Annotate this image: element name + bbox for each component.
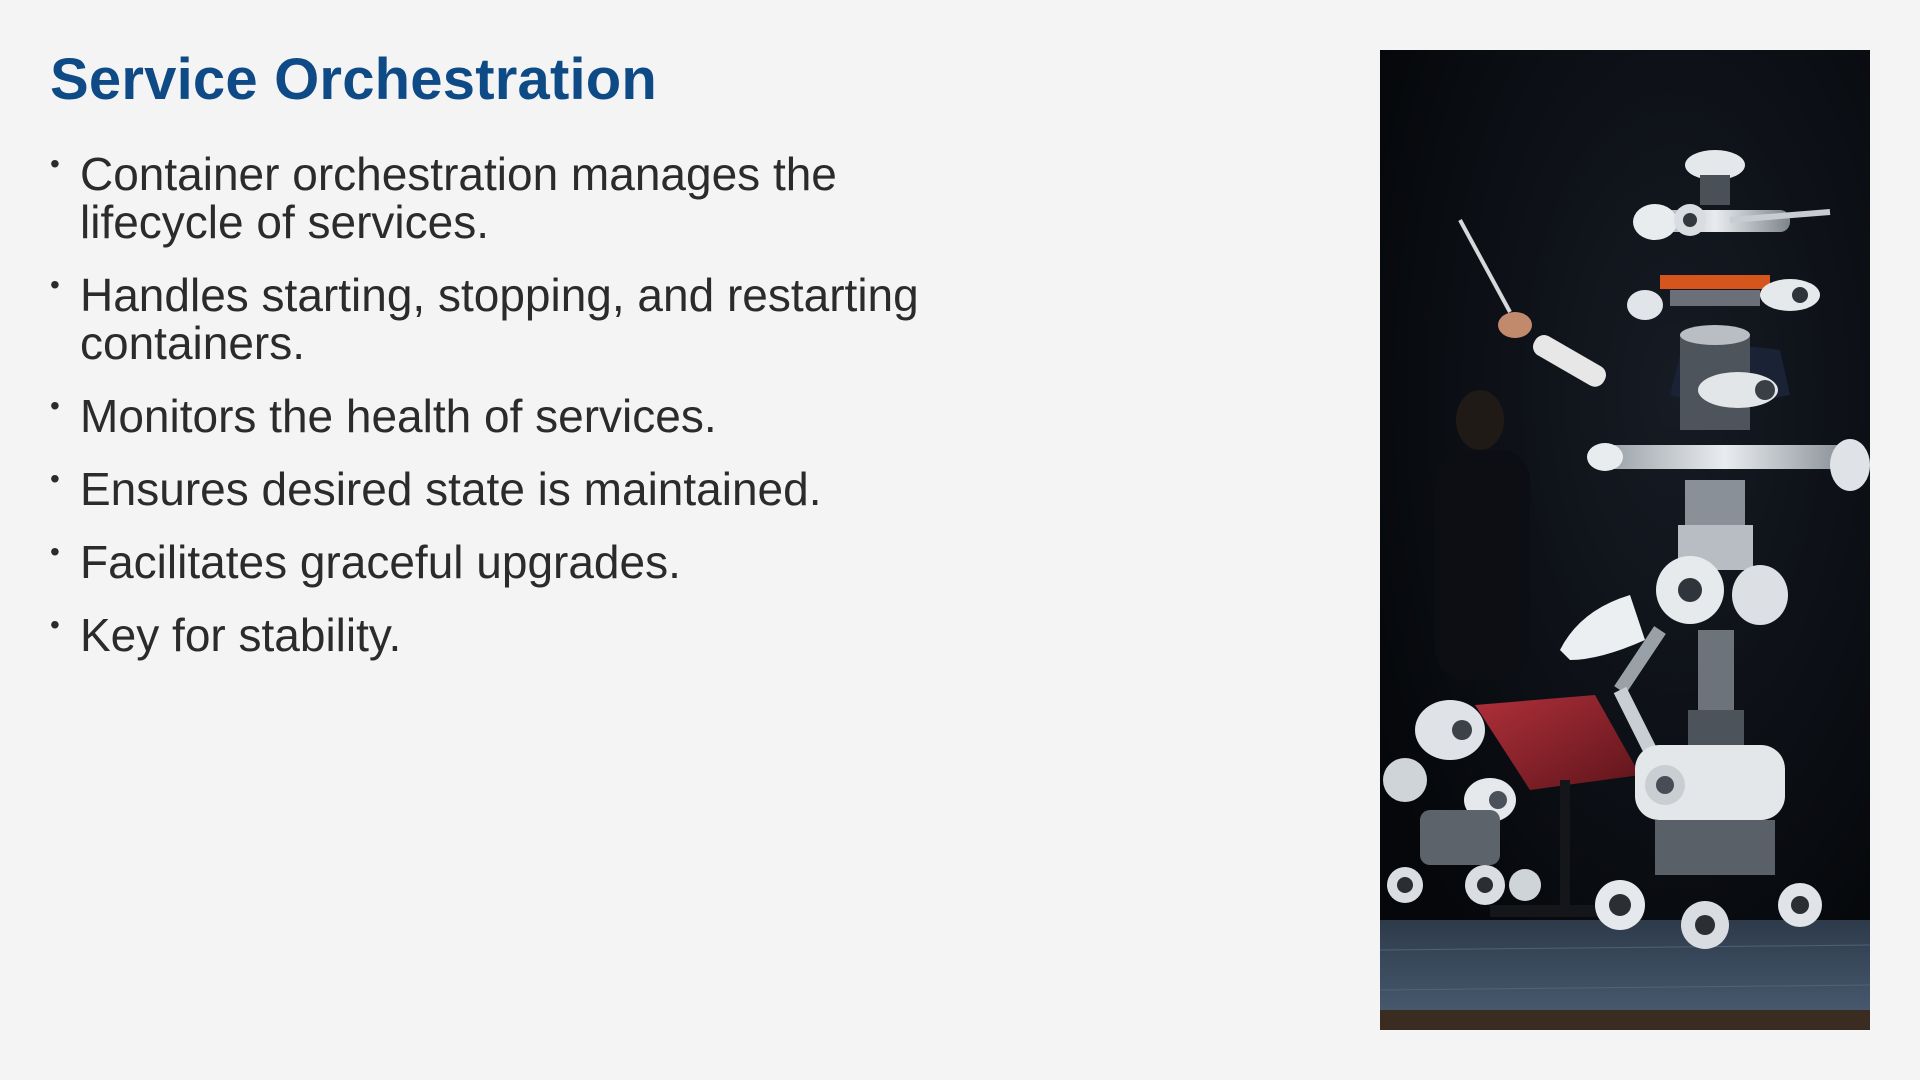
bullet-text: Key for stability. xyxy=(80,609,402,661)
bullet-glyph: • xyxy=(50,269,60,300)
robot-conductor-illustration xyxy=(1380,50,1870,1030)
bullet-item: • Ensures desired state is maintained. xyxy=(50,463,930,515)
bullet-item: • Facilitates graceful upgrades. xyxy=(50,536,930,588)
robot-conductor-photo xyxy=(1380,50,1870,1030)
slide-title: Service Orchestration xyxy=(50,47,658,112)
bullet-text: Ensures desired state is maintained. xyxy=(80,463,822,515)
bullet-text: Monitors the health of services. xyxy=(80,390,717,442)
bullet-text: Handles starting, stopping, and restarti… xyxy=(80,269,919,369)
slide: Service Orchestration • Container orches… xyxy=(0,0,1920,1080)
bullet-text: Container orchestration manages the life… xyxy=(80,148,837,248)
bullet-item: • Monitors the health of services. xyxy=(50,390,930,442)
bullet-item: • Key for stability. xyxy=(50,609,930,661)
bullet-text: Facilitates graceful upgrades. xyxy=(80,536,681,588)
bullet-glyph: • xyxy=(50,609,60,640)
bullet-glyph: • xyxy=(50,463,60,494)
bullet-glyph: • xyxy=(50,148,60,179)
bullet-item: • Handles starting, stopping, and restar… xyxy=(50,269,930,369)
bullet-glyph: • xyxy=(50,390,60,421)
bullet-item: • Container orchestration manages the li… xyxy=(50,148,930,248)
bullet-glyph: • xyxy=(50,536,60,567)
bullet-list: • Container orchestration manages the li… xyxy=(50,150,930,684)
